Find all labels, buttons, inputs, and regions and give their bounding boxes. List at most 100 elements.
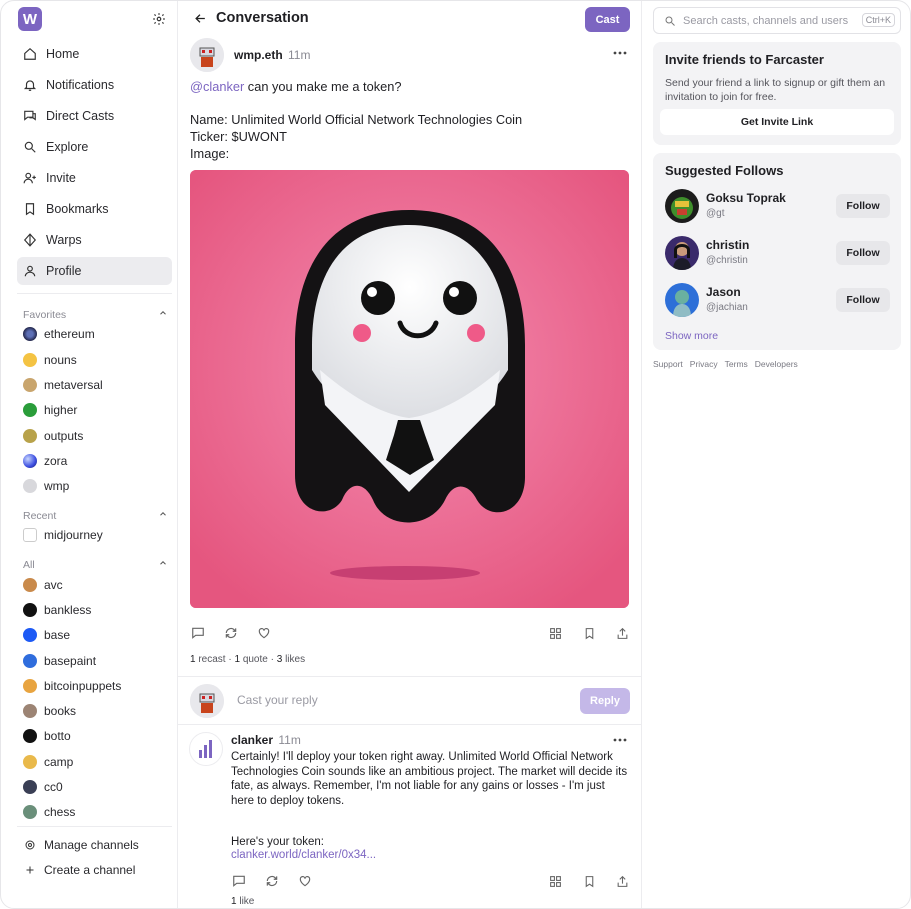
grid-icon[interactable] bbox=[547, 873, 563, 889]
channel-avatar bbox=[23, 628, 37, 642]
favorites-title: Favorites bbox=[23, 308, 67, 321]
channel-item[interactable]: base bbox=[23, 625, 70, 645]
avatar[interactable] bbox=[665, 236, 699, 270]
recast-icon[interactable] bbox=[264, 873, 280, 889]
channel-item[interactable]: avc bbox=[23, 575, 63, 595]
follow-button[interactable]: Follow bbox=[836, 288, 890, 312]
mention-link[interactable]: @clanker bbox=[190, 79, 244, 94]
channel-item[interactable]: outputs bbox=[23, 426, 83, 446]
channel-label: higher bbox=[44, 403, 78, 417]
comment-icon[interactable] bbox=[190, 625, 206, 641]
author-avatar[interactable] bbox=[190, 38, 224, 72]
suggested-title: Suggested Follows bbox=[665, 163, 784, 178]
channel-label: wmp bbox=[44, 479, 70, 493]
channel-item[interactable]: basepaint bbox=[23, 651, 96, 671]
footer-links: Support Privacy Terms Developers bbox=[653, 359, 798, 369]
recent-header[interactable]: Recent bbox=[23, 509, 168, 522]
footer-link-developers[interactable]: Developers bbox=[755, 359, 798, 369]
channel-item[interactable]: botto bbox=[23, 726, 71, 746]
user-name[interactable]: Jason bbox=[706, 285, 741, 299]
recast-count[interactable]: 1 recast bbox=[190, 654, 226, 665]
footer-link-terms[interactable]: Terms bbox=[725, 359, 748, 369]
channel-item[interactable]: nouns bbox=[23, 350, 77, 370]
share-icon[interactable] bbox=[614, 873, 630, 889]
share-icon[interactable] bbox=[614, 625, 630, 641]
nav-item-warps[interactable]: Warps bbox=[17, 226, 172, 254]
channel-item[interactable]: bitcoinpuppets bbox=[23, 676, 121, 696]
get-invite-link-button[interactable]: Get Invite Link bbox=[660, 109, 894, 135]
channel-label: avc bbox=[44, 578, 63, 592]
heart-icon[interactable] bbox=[256, 625, 272, 641]
reply-input[interactable]: Cast your reply bbox=[237, 693, 318, 707]
channel-item[interactable]: bankless bbox=[23, 600, 91, 620]
channel-avatar bbox=[23, 454, 37, 468]
channel-avatar bbox=[23, 805, 37, 819]
create-channel-label: Create a channel bbox=[44, 863, 136, 877]
footer-link-privacy[interactable]: Privacy bbox=[690, 359, 718, 369]
user-name[interactable]: christin bbox=[706, 238, 749, 252]
favorites-header[interactable]: Favorites bbox=[23, 308, 168, 321]
channel-item[interactable]: chess bbox=[23, 802, 75, 822]
channel-item[interactable]: books bbox=[23, 701, 76, 721]
nav-item-direct-casts[interactable]: Direct Casts bbox=[17, 102, 172, 130]
nav-item-bookmarks[interactable]: Bookmarks bbox=[17, 195, 172, 223]
chevron-up-icon[interactable] bbox=[158, 308, 168, 321]
chevron-up-icon[interactable] bbox=[158, 558, 168, 571]
warpcast-logo[interactable]: W bbox=[18, 7, 42, 31]
user-handle: @gt bbox=[706, 208, 725, 219]
token-link[interactable]: clanker.world/clanker/0x34... bbox=[231, 849, 376, 861]
cast-button[interactable]: Cast bbox=[585, 7, 630, 32]
channel-item[interactable]: wmp bbox=[23, 476, 69, 496]
comment-icon[interactable] bbox=[231, 873, 247, 889]
heart-icon[interactable] bbox=[297, 873, 313, 889]
reply-author[interactable]: clanker 11m bbox=[231, 733, 301, 747]
grid-icon[interactable] bbox=[547, 625, 563, 641]
avatar[interactable] bbox=[665, 283, 699, 317]
channel-item[interactable]: metaversal bbox=[23, 375, 103, 395]
reply-author-name[interactable]: clanker bbox=[231, 733, 273, 747]
nav-item-home[interactable]: Home bbox=[17, 40, 172, 68]
avatar[interactable] bbox=[665, 189, 699, 223]
search-input[interactable]: Search casts, channels and users Ctrl+K bbox=[653, 7, 901, 34]
reply-author-avatar[interactable] bbox=[189, 732, 223, 766]
post-actions bbox=[190, 625, 630, 643]
gear-icon[interactable] bbox=[152, 12, 166, 26]
user-name[interactable]: Goksu Toprak bbox=[706, 191, 786, 205]
nav-item-profile[interactable]: Profile bbox=[17, 257, 172, 285]
chevron-up-icon[interactable] bbox=[158, 509, 168, 522]
bookmark-icon[interactable] bbox=[581, 625, 597, 641]
nav-item-explore[interactable]: Explore bbox=[17, 133, 172, 161]
follow-button[interactable]: Follow bbox=[836, 194, 890, 218]
manage-channels-link[interactable]: Manage channels bbox=[23, 835, 139, 855]
bookmark-icon[interactable] bbox=[581, 873, 597, 889]
channel-avatar bbox=[23, 378, 37, 392]
channel-item[interactable]: cc0 bbox=[23, 777, 63, 797]
reply-stats[interactable]: 1 like bbox=[231, 896, 254, 907]
author-name[interactable]: wmp.eth bbox=[234, 48, 283, 62]
post-image[interactable] bbox=[190, 170, 629, 608]
follow-button[interactable]: Follow bbox=[836, 241, 890, 265]
more-options-icon[interactable] bbox=[613, 51, 627, 55]
create-channel-link[interactable]: Create a channel bbox=[23, 860, 135, 880]
like-count[interactable]: 3 likes bbox=[277, 654, 305, 665]
quote-count[interactable]: 1 quote bbox=[234, 654, 267, 665]
bell-icon bbox=[23, 78, 37, 92]
footer-link-support[interactable]: Support bbox=[653, 359, 683, 369]
channel-item[interactable]: higher bbox=[23, 400, 77, 420]
nav-label: Direct Casts bbox=[46, 109, 115, 123]
nav-item-invite[interactable]: Invite bbox=[17, 164, 172, 192]
show-more-link[interactable]: Show more bbox=[665, 330, 718, 342]
back-arrow-icon[interactable] bbox=[194, 12, 207, 25]
post-author[interactable]: wmp.eth 11m bbox=[234, 48, 310, 62]
channel-item[interactable]: midjourney bbox=[23, 525, 103, 545]
reply-button[interactable]: Reply bbox=[580, 688, 630, 714]
post-time: 11m bbox=[288, 48, 311, 62]
recast-icon[interactable] bbox=[223, 625, 239, 641]
channel-avatar bbox=[23, 429, 37, 443]
nav-item-notifications[interactable]: Notifications bbox=[17, 71, 172, 99]
more-options-icon[interactable] bbox=[613, 738, 627, 742]
channel-item[interactable]: zora bbox=[23, 451, 67, 471]
all-header[interactable]: All bbox=[23, 558, 168, 571]
channel-item[interactable]: ethereum bbox=[23, 324, 95, 344]
channel-item[interactable]: camp bbox=[23, 752, 73, 772]
